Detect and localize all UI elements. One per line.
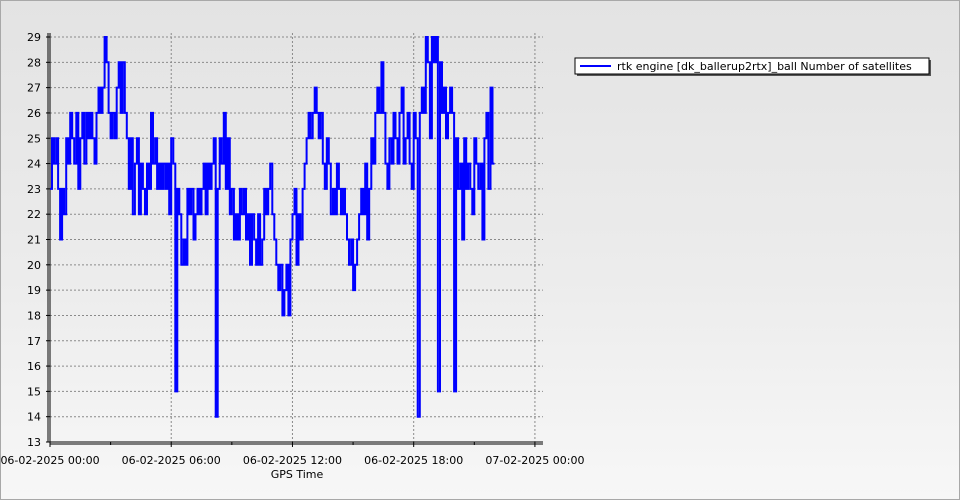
y-tick-label: 18 xyxy=(27,309,41,322)
chart-window: 13 14 15 16 17 18 19 20 21 22 23 24 25 26 27 28 29 06-02-… xyxy=(0,0,960,500)
x-tick-label: 06-02-2025 00:00 xyxy=(1,454,100,467)
y-tick-label: 19 xyxy=(27,284,41,297)
y-tick-label: 22 xyxy=(27,208,41,221)
y-tick-label: 14 xyxy=(27,411,41,424)
y-tick-label: 21 xyxy=(27,234,41,247)
x-axis-title: GPS Time xyxy=(271,468,324,481)
legend[interactable]: rtk engine [dk_ballerup2rtx]_ball Number… xyxy=(574,57,931,76)
y-tick-label: 26 xyxy=(27,107,41,120)
y-tick-label: 17 xyxy=(27,335,41,348)
y-tick-label: 20 xyxy=(27,259,41,272)
y-tick-label: 29 xyxy=(27,31,41,44)
y-tick-label: 27 xyxy=(27,82,41,95)
y-tick-label: 24 xyxy=(27,158,41,171)
y-tick-label: 25 xyxy=(27,132,41,145)
series-layer xyxy=(50,36,495,418)
y-tick-label: 15 xyxy=(27,385,41,398)
satellite-count-chart: 13 14 15 16 17 18 19 20 21 22 23 24 25 26 27 28 29 06-02-… xyxy=(1,31,931,481)
y-tick-label: 16 xyxy=(27,360,41,373)
y-tick-label: 13 xyxy=(27,436,41,449)
series-line xyxy=(50,36,495,418)
x-tick-label: 06-02-2025 12:00 xyxy=(243,454,342,467)
y-tick-label: 28 xyxy=(27,56,41,69)
x-tick-label: 06-02-2025 06:00 xyxy=(122,454,221,467)
legend-series-label: rtk engine [dk_ballerup2rtx]_ball Number… xyxy=(617,60,912,73)
x-tick-label: 07-02-2025 00:00 xyxy=(485,454,584,467)
y-tick-label: 23 xyxy=(27,183,41,196)
x-tick-label: 06-02-2025 18:00 xyxy=(364,454,463,467)
